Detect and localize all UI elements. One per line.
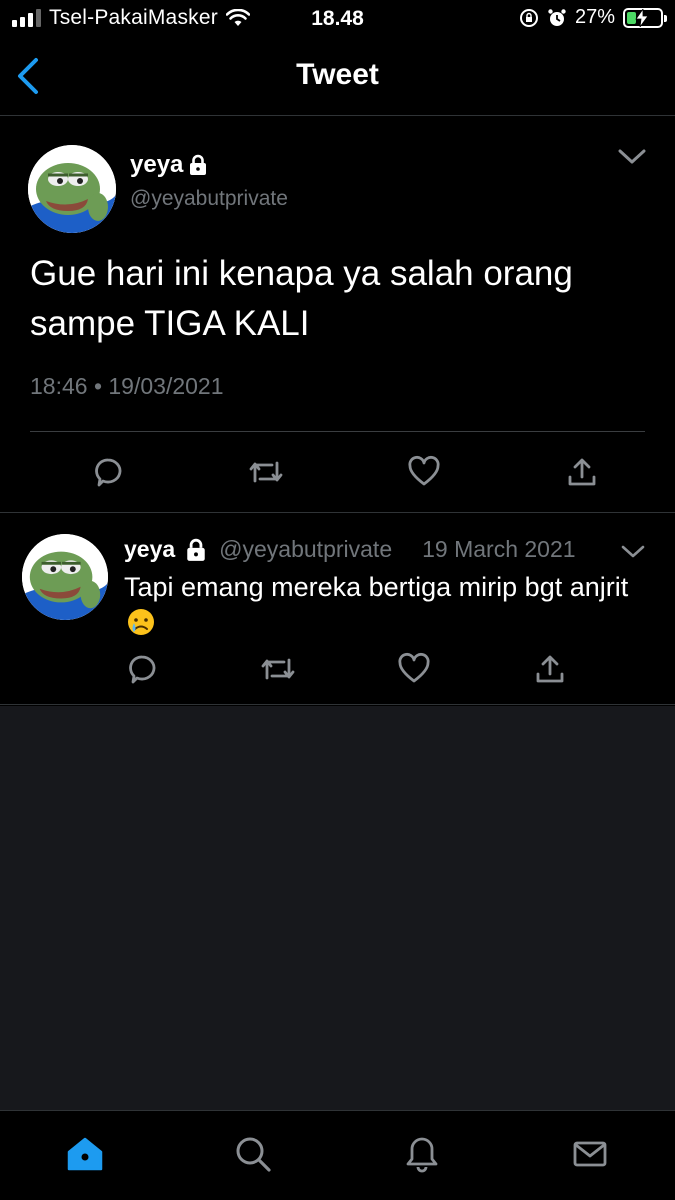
battery-percent: 27% [574, 6, 615, 28]
status-bar: Tsel-PakaiMasker 18.48 27% [0, 0, 675, 38]
heart-icon [398, 652, 430, 683]
empty-timeline-area [0, 706, 675, 1110]
battery-icon [623, 7, 667, 28]
search-icon [236, 1137, 271, 1172]
reply-button[interactable] [90, 454, 126, 490]
nav-header: Tweet [0, 38, 675, 116]
reply-actions [124, 651, 568, 687]
heart-icon [408, 455, 440, 486]
charging-bolt-icon [635, 8, 649, 27]
retweet-button[interactable] [248, 454, 284, 490]
like-button[interactable] [406, 454, 442, 490]
crying-face-emoji-icon [128, 609, 154, 635]
pepe-frog-avatar-icon [22, 534, 108, 620]
like-button[interactable] [396, 651, 432, 687]
retweet-icon [261, 658, 295, 680]
reply-icon [95, 458, 122, 487]
status-right: 27% [519, 6, 667, 29]
retweet-icon [249, 461, 283, 483]
tweet-text: Gue hari ini kenapa ya salah orang sampe… [30, 254, 573, 343]
avatar[interactable] [28, 145, 116, 233]
lock-icon [187, 538, 205, 561]
reply-icon [129, 655, 156, 684]
divider [30, 431, 645, 432]
messages-icon [573, 1141, 607, 1167]
orientation-lock-icon [519, 8, 538, 27]
lock-icon [190, 154, 207, 175]
pepe-frog-avatar-icon [28, 145, 116, 233]
main-tweet: yeya @yeyabutprivate Gue hari ini kenapa… [0, 117, 675, 513]
bottom-tab-bar [0, 1110, 675, 1200]
chevron-down-icon [621, 545, 645, 558]
share-button[interactable] [532, 651, 568, 687]
home-icon [67, 1137, 103, 1171]
user-handle[interactable]: @yeyabutprivate [130, 187, 288, 211]
chevron-down-icon [618, 149, 646, 164]
tweet-options-button[interactable] [621, 544, 645, 560]
tab-notifications[interactable] [401, 1133, 443, 1175]
tweet-text: Tapi emang mereka bertiga mirip bgt anjr… [124, 572, 629, 602]
share-icon [536, 655, 564, 683]
tweet-detail-screen: Tsel-PakaiMasker 18.48 27% Tweet yeya @y… [0, 0, 675, 1200]
page-title: Tweet [296, 58, 379, 91]
tab-home[interactable] [64, 1133, 106, 1175]
share-icon [568, 458, 596, 486]
avatar[interactable] [22, 534, 108, 620]
tweet-date: 19 March 2021 [422, 536, 576, 562]
tweet-timestamp[interactable]: 18:46 • 19/03/2021 [30, 373, 224, 400]
tab-search[interactable] [232, 1133, 274, 1175]
share-button[interactable] [564, 454, 600, 490]
tab-messages[interactable] [569, 1133, 611, 1175]
reply-header: yeya @yeyabutprivate 19 March 2021 [124, 536, 624, 563]
display-name-text: yeya [130, 151, 184, 178]
display-name[interactable]: yeya [130, 151, 209, 179]
reply-tweet[interactable]: yeya @yeyabutprivate 19 March 2021 Tapi … [0, 514, 675, 705]
retweet-button[interactable] [260, 651, 296, 687]
alarm-icon [548, 8, 566, 26]
notifications-icon [406, 1137, 438, 1173]
reply-button[interactable] [124, 651, 160, 687]
user-handle[interactable]: @yeyabutprivate [219, 536, 392, 563]
tweet-actions [90, 454, 600, 490]
reply-text-container: Tapi emang mereka bertiga mirip bgt anjr… [124, 570, 644, 640]
tweet-options-button[interactable] [617, 147, 647, 167]
display-name[interactable]: yeya [124, 536, 175, 563]
